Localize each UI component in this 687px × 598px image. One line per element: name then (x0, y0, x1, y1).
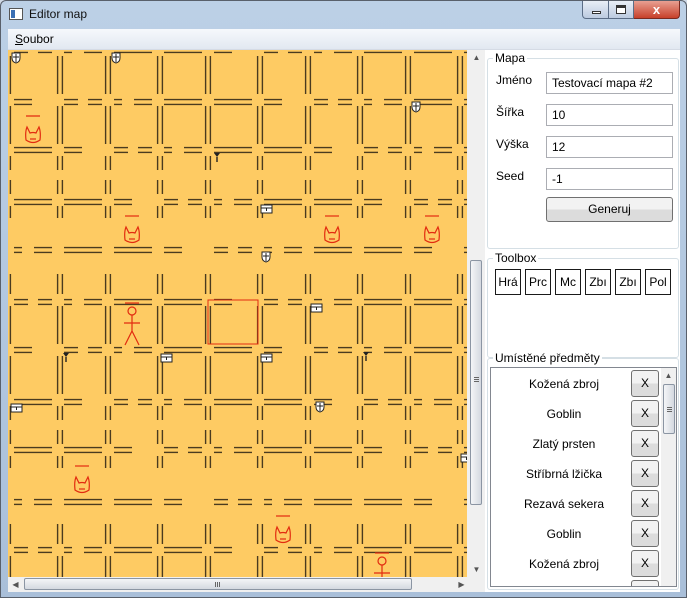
remove-item-button[interactable]: X (631, 460, 659, 487)
map-scroll-viewer: ▲ ▼ ◀ ▶ (8, 50, 485, 592)
scroll-up-icon[interactable]: ▲ (469, 50, 484, 65)
remove-item-button[interactable]: X (631, 400, 659, 427)
seed-label: Seed (496, 169, 525, 183)
main-window: Editor map x Soubor ▲ ▼ ◀ ▶ Mapa Jméno T… (0, 0, 687, 598)
menu-file-label: oubor (23, 32, 54, 46)
list-item[interactable]: Goblin X (491, 518, 661, 548)
placed-items-group: Umístěné předměty Kožená zbroj X Goblin … (487, 351, 679, 590)
height-label: Výška (496, 137, 529, 151)
chest-icon (460, 453, 467, 463)
name-field[interactable]: Testovací mapa #2 (546, 72, 673, 94)
menu-bar: Soubor (8, 29, 680, 50)
chest-icon (160, 353, 173, 363)
remove-item-button[interactable]: X (631, 520, 659, 547)
remove-item-button[interactable]: X (631, 370, 659, 397)
map-canvas[interactable] (8, 50, 467, 577)
scroll-left-icon[interactable]: ◀ (8, 577, 23, 592)
map-settings-title: Mapa (493, 51, 528, 65)
close-icon: x (652, 2, 661, 17)
chest-icon (260, 204, 273, 214)
map-settings-group: Mapa Jméno Testovací mapa #2 Šířka 10 Vý… (487, 51, 679, 249)
list-item-label: Rezavá sekera (523, 497, 605, 511)
scroll-down-icon[interactable]: ▼ (469, 562, 484, 577)
list-scroll-up-icon[interactable]: ▲ (661, 368, 676, 383)
map-grid[interactable] (8, 50, 467, 577)
menu-file[interactable]: Soubor (15, 32, 54, 46)
list-item[interactable]: Zlatý prsten X (491, 428, 661, 458)
minimize-button[interactable] (582, 1, 609, 19)
remove-item-button[interactable]: X (631, 550, 659, 577)
shield-icon (111, 52, 121, 64)
list-item-label: Kožená zbroj (528, 377, 600, 391)
remove-item-button[interactable] (631, 580, 659, 586)
width-field[interactable]: 10 (546, 104, 673, 126)
list-item[interactable]: Goblin X (491, 398, 661, 428)
list-item[interactable] (491, 578, 661, 586)
client-area: Soubor ▲ ▼ ◀ ▶ Mapa Jméno Testovací mapa… (8, 29, 680, 592)
map-vertical-scrollbar[interactable]: ▲ ▼ (469, 50, 484, 577)
seed-field[interactable]: -1 (546, 168, 673, 190)
list-item-label: Stříbrná lžička (525, 467, 603, 481)
shield-icon (315, 401, 325, 413)
tool-monster[interactable]: Mc (555, 269, 581, 295)
height-field[interactable]: 12 (546, 136, 673, 158)
window-title: Editor map (29, 7, 88, 21)
list-scroll-thumb[interactable] (663, 384, 675, 434)
tool-player[interactable]: Hrá (495, 269, 521, 295)
title-bar[interactable]: Editor map x (1, 1, 686, 29)
list-item[interactable]: Kožená zbroj X (491, 368, 661, 398)
list-scrollbar[interactable]: ▲ (661, 368, 676, 586)
list-item-label: Zlatý prsten (532, 437, 596, 451)
map-background (8, 50, 467, 577)
map-horizontal-scrollbar[interactable]: ◀ ▶ (8, 577, 469, 592)
remove-item-button[interactable]: X (631, 430, 659, 457)
remove-item-button[interactable]: X (631, 490, 659, 517)
chest-icon (10, 403, 23, 413)
toolbox-title: Toolbox (493, 251, 539, 265)
list-item-label: Goblin (546, 527, 582, 541)
chest-icon (310, 303, 323, 313)
tool-item[interactable]: Pol (645, 269, 671, 295)
list-item[interactable]: Kožená zbroj X (491, 548, 661, 578)
map-horizontal-scroll-thumb[interactable] (24, 578, 412, 590)
list-item-label: Kožená zbroj (528, 557, 600, 571)
list-item-label: Goblin (546, 407, 582, 421)
tool-weapon[interactable]: Zbı (585, 269, 611, 295)
shield-icon (411, 101, 421, 113)
placed-items-list[interactable]: Kožená zbroj X Goblin X Zlatý prsten X S… (490, 367, 677, 587)
menu-file-accesskey: S (15, 32, 24, 46)
toolbox-group: Toolbox Hrá Prc Mc Zbı Zbı Pol (487, 251, 679, 358)
name-label: Jméno (496, 73, 533, 87)
map-vertical-scroll-thumb[interactable] (470, 260, 482, 505)
shield-icon (261, 251, 271, 263)
width-label: Šířka (496, 105, 525, 119)
scroll-right-icon[interactable]: ▶ (454, 577, 469, 592)
placed-items-title: Umístěné předměty (493, 351, 602, 365)
tool-prc[interactable]: Prc (525, 269, 551, 295)
window-controls: x (582, 1, 680, 19)
tool-armor[interactable]: Zbı (615, 269, 641, 295)
list-item[interactable]: Rezavá sekera X (491, 488, 661, 518)
close-button[interactable]: x (634, 1, 680, 19)
chest-icon (260, 353, 273, 363)
maximize-button[interactable] (609, 1, 634, 19)
generate-button[interactable]: Generuj (546, 197, 673, 222)
window-app-icon (9, 8, 23, 20)
shield-icon (11, 52, 21, 64)
list-item[interactable]: Stříbrná lžička X (491, 458, 661, 488)
